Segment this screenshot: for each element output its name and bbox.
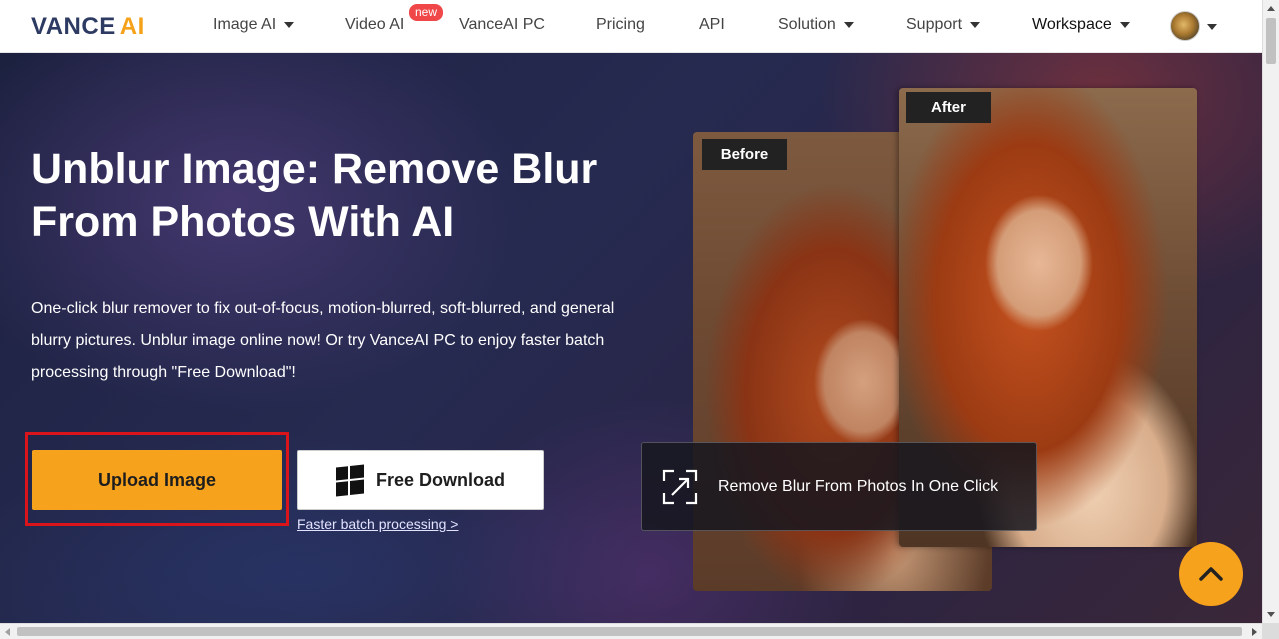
nav-vanceai-pc[interactable]: VanceAI PC <box>459 16 545 34</box>
after-label: After <box>906 92 991 123</box>
nav-api[interactable]: API <box>699 16 725 34</box>
nav-image-ai-label: Image AI <box>213 16 277 33</box>
nav-video-ai-label: Video AI <box>345 16 405 33</box>
nav-pricing-label: Pricing <box>596 16 645 33</box>
chevron-down-icon <box>284 21 295 28</box>
chevron-down-icon <box>843 21 854 28</box>
chevron-down-icon <box>1119 21 1130 28</box>
nav-support-label: Support <box>906 16 963 33</box>
nav-api-label: API <box>699 16 725 33</box>
horizontal-scrollbar[interactable] <box>0 623 1279 639</box>
horizontal-scroll-thumb[interactable] <box>17 627 1242 636</box>
windows-icon <box>335 464 364 496</box>
scroll-up-arrow-icon[interactable] <box>1267 6 1275 11</box>
upload-image-label: Upload Image <box>97 469 217 490</box>
vertical-scroll-thumb[interactable] <box>1266 18 1276 64</box>
scroll-to-top-button[interactable] <box>1179 542 1243 606</box>
hero-description: One-click blur remover to fix out-of-foc… <box>31 300 615 381</box>
chevron-down-icon <box>970 21 981 28</box>
upload-image-button[interactable]: Upload Image <box>32 450 282 510</box>
chevron-up-icon <box>1199 567 1223 581</box>
vanceai-logo[interactable]: VANCE AI <box>31 13 145 41</box>
scroll-left-arrow-icon[interactable] <box>5 628 10 636</box>
nav-video-ai[interactable]: Video AI <box>345 16 404 34</box>
user-avatar[interactable] <box>1170 11 1200 41</box>
nav-solution[interactable]: Solution <box>778 16 854 34</box>
free-download-label: Free Download <box>375 469 505 490</box>
chevron-down-icon[interactable] <box>1207 24 1217 30</box>
new-badge: new <box>409 4 444 21</box>
hero-title: Unblur Image: Remove Blur From Photos Wi… <box>31 145 598 246</box>
nav-image-ai[interactable]: Image AI <box>213 16 295 34</box>
feature-text: Remove Blur From Photos In One Click <box>718 477 999 495</box>
before-label: Before <box>702 139 787 170</box>
scroll-right-arrow-icon[interactable] <box>1252 628 1257 636</box>
nav-workspace[interactable]: Workspace <box>1032 16 1130 34</box>
feature-box: Remove Blur From Photos In One Click <box>641 442 1037 531</box>
vertical-scrollbar[interactable] <box>1262 0 1279 623</box>
nav-support[interactable]: Support <box>906 16 981 34</box>
scroll-down-arrow-icon[interactable] <box>1267 612 1275 617</box>
faster-batch-processing-link[interactable]: Faster batch processing > <box>297 516 458 532</box>
scrollbar-corner <box>1262 623 1279 639</box>
top-nav: VANCE AI Image AI Video AI new VanceAI PC… <box>0 0 1262 53</box>
nav-workspace-label: Workspace <box>1032 16 1112 33</box>
logo-text-ai: AI <box>119 13 145 40</box>
free-download-button[interactable]: Free Download <box>297 450 544 510</box>
hero-section: Unblur Image: Remove Blur From Photos Wi… <box>0 53 1262 623</box>
nav-solution-label: Solution <box>778 16 836 33</box>
logo-text-vance: VANCE <box>31 13 116 40</box>
nav-pricing[interactable]: Pricing <box>596 16 645 34</box>
expand-icon <box>662 469 698 505</box>
nav-vanceai-pc-label: VanceAI PC <box>459 16 545 33</box>
